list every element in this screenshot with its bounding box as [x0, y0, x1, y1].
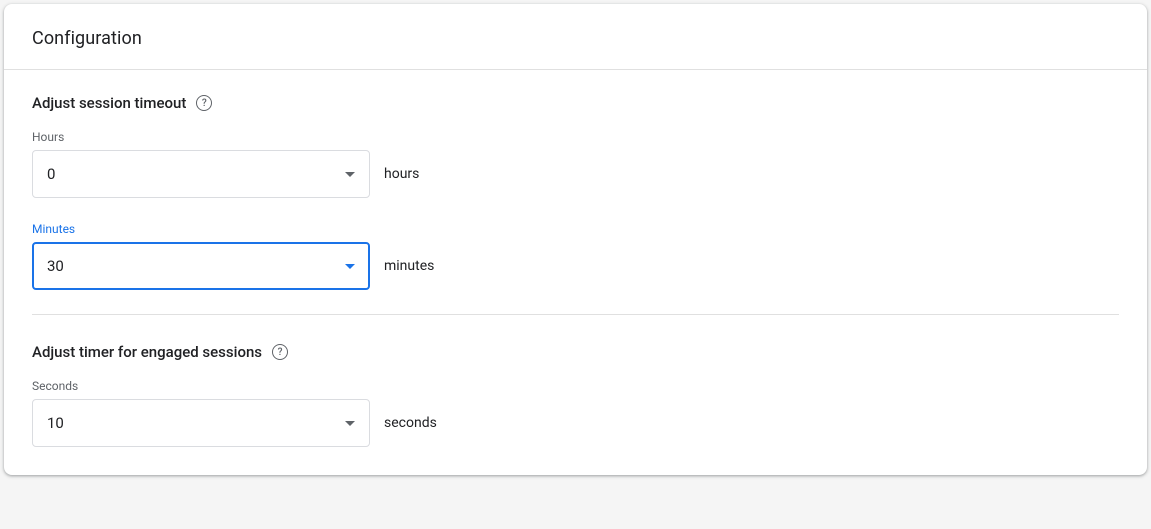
hours-label: Hours: [32, 130, 1119, 144]
minutes-field: Minutes 30 minutes: [32, 222, 1119, 290]
seconds-value: 10: [47, 414, 64, 432]
minutes-value: 30: [47, 257, 64, 275]
hours-field: Hours 0 hours: [32, 130, 1119, 198]
session-timeout-section-title: Adjust session timeout ?: [32, 94, 1119, 112]
hours-unit: hours: [384, 166, 419, 182]
seconds-select[interactable]: 10: [32, 399, 370, 447]
minutes-row: 30 minutes: [32, 242, 1119, 290]
card-title: Configuration: [32, 28, 1119, 49]
session-timeout-title: Adjust session timeout: [32, 94, 186, 112]
card-body: Adjust session timeout ? Hours 0 hours M…: [4, 70, 1147, 475]
engaged-timer-section-title: Adjust timer for engaged sessions ?: [32, 343, 1119, 361]
help-icon[interactable]: ?: [272, 344, 288, 360]
hours-value: 0: [47, 165, 55, 183]
help-icon[interactable]: ?: [196, 95, 212, 111]
seconds-label: Seconds: [32, 379, 1119, 393]
hours-row: 0 hours: [32, 150, 1119, 198]
chevron-down-icon: [345, 172, 355, 177]
seconds-field: Seconds 10 seconds: [32, 379, 1119, 447]
chevron-down-icon: [345, 264, 355, 269]
section-divider: [32, 314, 1119, 315]
minutes-label: Minutes: [32, 222, 1119, 236]
configuration-card: Configuration Adjust session timeout ? H…: [4, 4, 1147, 475]
card-header: Configuration: [4, 4, 1147, 70]
chevron-down-icon: [345, 421, 355, 426]
minutes-unit: minutes: [384, 258, 434, 274]
hours-select[interactable]: 0: [32, 150, 370, 198]
minutes-select[interactable]: 30: [32, 242, 370, 290]
seconds-row: 10 seconds: [32, 399, 1119, 447]
seconds-unit: seconds: [384, 415, 437, 431]
engaged-timer-title: Adjust timer for engaged sessions: [32, 343, 262, 361]
